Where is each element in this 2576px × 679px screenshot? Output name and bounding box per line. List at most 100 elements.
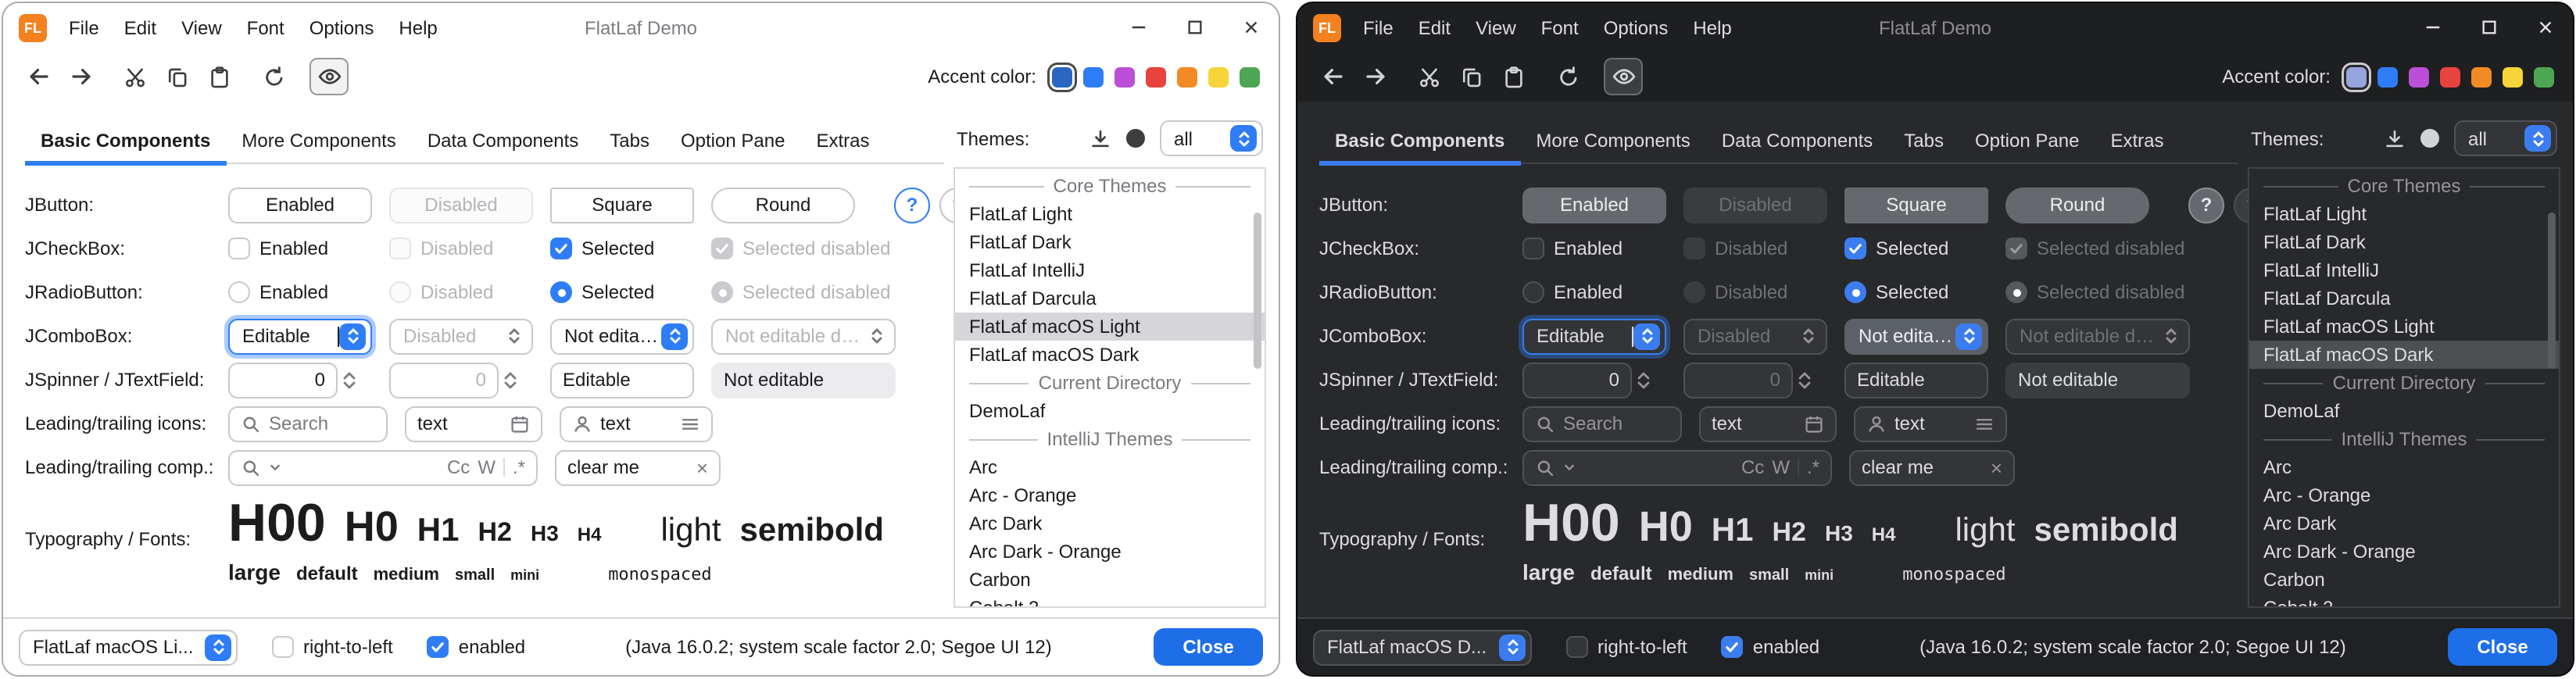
download-icon[interactable] [2384, 127, 2406, 149]
theme-item[interactable]: FlatLaf macOS Light [2249, 313, 2559, 341]
maximize-button[interactable] [1166, 3, 1222, 52]
theme-item[interactable]: Cobalt 2 [2249, 594, 2559, 608]
show-hidden-toggle[interactable] [309, 58, 349, 95]
show-hidden-toggle[interactable] [1604, 58, 1643, 95]
paste-button[interactable] [1494, 58, 1533, 95]
github-icon[interactable] [2418, 127, 2442, 150]
menu-edit[interactable]: Edit [112, 16, 169, 38]
copy-button[interactable] [1452, 58, 1491, 95]
menu-file[interactable]: File [56, 16, 112, 38]
accent-swatch-red[interactable] [2440, 66, 2460, 87]
menu-font[interactable]: Font [234, 16, 297, 38]
theme-item-selected[interactable]: FlatLaf macOS Light [955, 313, 1265, 341]
round-button[interactable]: Round [2005, 187, 2149, 223]
back-button[interactable] [1313, 58, 1352, 95]
theme-item[interactable]: FlatLaf IntelliJ [2249, 256, 2559, 284]
theme-combobox[interactable]: FlatLaf macOS D... [1313, 629, 1532, 665]
square-button[interactable]: Square [1844, 187, 1988, 223]
list-icon[interactable] [1974, 413, 1995, 434]
tab-tabs[interactable]: Tabs [1888, 120, 1959, 166]
titlebar[interactable]: FL File Edit View Font Options Help Flat… [1297, 3, 2573, 52]
tab-basic-components[interactable]: Basic Components [25, 120, 226, 166]
menu-options[interactable]: Options [297, 16, 387, 38]
user-field[interactable]: text [1854, 406, 2007, 441]
combo-arrows-icon[interactable] [661, 323, 688, 349]
radio-selected[interactable] [550, 281, 572, 303]
theme-item[interactable]: Arc - Orange [2249, 481, 2559, 509]
clear-icon[interactable]: × [1991, 456, 2002, 479]
spinner[interactable]: 0 [228, 362, 372, 398]
menu-help[interactable]: Help [386, 16, 449, 38]
close-button[interactable]: Close [1154, 628, 1263, 666]
titlebar[interactable]: FL File Edit View Font Options Help Flat… [3, 3, 1279, 52]
copy-button[interactable] [158, 58, 197, 95]
tab-extras[interactable]: Extras [800, 120, 885, 166]
right-to-left-checkbox[interactable]: right-to-left [1566, 636, 1687, 658]
tab-tabs[interactable]: Tabs [594, 120, 665, 166]
theme-item[interactable]: Arc Dark - Orange [2249, 538, 2559, 566]
menu-help[interactable]: Help [1680, 16, 1744, 38]
menu-options[interactable]: Options [1591, 16, 1681, 38]
github-icon[interactable] [1124, 127, 1147, 150]
download-icon[interactable] [1089, 127, 1111, 149]
accent-swatch-yellow[interactable] [1208, 66, 1229, 87]
theme-item[interactable]: Arc Dark [2249, 509, 2559, 538]
themes-filter-combobox[interactable]: all [2454, 120, 2557, 156]
spinner-value[interactable]: 0 [228, 362, 338, 398]
back-button[interactable] [19, 58, 58, 95]
cut-button[interactable] [1410, 58, 1449, 95]
theme-item[interactable]: FlatLaf Darcula [955, 284, 1265, 313]
scrollbar-thumb[interactable] [1254, 213, 1261, 369]
enabled-button[interactable]: Enabled [1522, 187, 1666, 223]
theme-item[interactable]: Arc Dark - Orange [955, 538, 1265, 566]
paste-button[interactable] [200, 58, 239, 95]
theme-item[interactable]: Arc [2249, 453, 2559, 481]
regex-button[interactable]: .* [513, 456, 525, 478]
theme-item[interactable]: Arc - Orange [955, 481, 1265, 509]
combo-arrows-icon[interactable] [1955, 323, 1982, 349]
menu-view[interactable]: View [169, 16, 234, 38]
clearable-field[interactable]: clear me × [1849, 449, 2015, 485]
not-editable-combobox[interactable]: Not editable [550, 318, 694, 354]
themes-list[interactable]: Core Themes FlatLaf Light FlatLaf Dark F… [953, 167, 1266, 608]
combo-arrows-icon[interactable] [1499, 634, 1526, 660]
radio-selected[interactable] [1844, 281, 1866, 303]
menu-view[interactable]: View [1463, 16, 1529, 38]
calendar-icon[interactable] [1804, 413, 1824, 434]
clearable-field[interactable]: clear me × [555, 449, 721, 485]
accent-swatch-blue[interactable] [2377, 66, 2398, 87]
accent-swatch-red[interactable] [1146, 66, 1166, 87]
whole-words-button[interactable]: W [1772, 456, 1790, 478]
theme-item-selected[interactable]: FlatLaf macOS Dark [2249, 341, 2559, 369]
accent-swatch-magenta[interactable] [1114, 66, 1135, 87]
help-button[interactable]: ? [894, 187, 930, 223]
checkbox-enabled[interactable] [228, 238, 250, 259]
accent-swatch-default[interactable] [2346, 66, 2367, 87]
match-case-button[interactable]: Cc [447, 456, 470, 478]
accent-swatch-magenta[interactable] [2409, 66, 2429, 87]
theme-item[interactable]: FlatLaf Darcula [2249, 284, 2559, 313]
editable-combobox[interactable]: Editable [1522, 318, 1666, 354]
search-field[interactable]: Search [1522, 406, 1682, 441]
editable-textfield[interactable]: Editable [550, 362, 694, 398]
theme-item[interactable]: FlatLaf Dark [2249, 228, 2559, 256]
chevron-down-icon[interactable] [269, 461, 281, 474]
themes-filter-combobox[interactable]: all [1160, 120, 1263, 156]
cut-button[interactable] [116, 58, 155, 95]
theme-item[interactable]: Arc [955, 453, 1265, 481]
spinner-arrows-icon[interactable] [1637, 371, 1651, 388]
tab-more-components[interactable]: More Components [226, 120, 411, 166]
refresh-button[interactable] [1549, 58, 1588, 95]
close-button[interactable]: Close [2448, 628, 2557, 666]
theme-item[interactable]: Carbon [2249, 566, 2559, 594]
theme-item[interactable]: Arc Dark [955, 509, 1265, 538]
theme-item[interactable]: Carbon [955, 566, 1265, 594]
help-button[interactable]: ? [2188, 187, 2224, 223]
accent-swatch-orange[interactable] [2471, 66, 2492, 87]
user-field[interactable]: text [560, 406, 713, 441]
checkbox-enabled[interactable] [1522, 238, 1544, 259]
theme-combobox[interactable]: FlatLaf macOS Li... [19, 629, 238, 665]
minimize-button[interactable] [1110, 3, 1166, 52]
square-button[interactable]: Square [550, 187, 694, 223]
chevron-down-icon[interactable] [1563, 461, 1576, 474]
